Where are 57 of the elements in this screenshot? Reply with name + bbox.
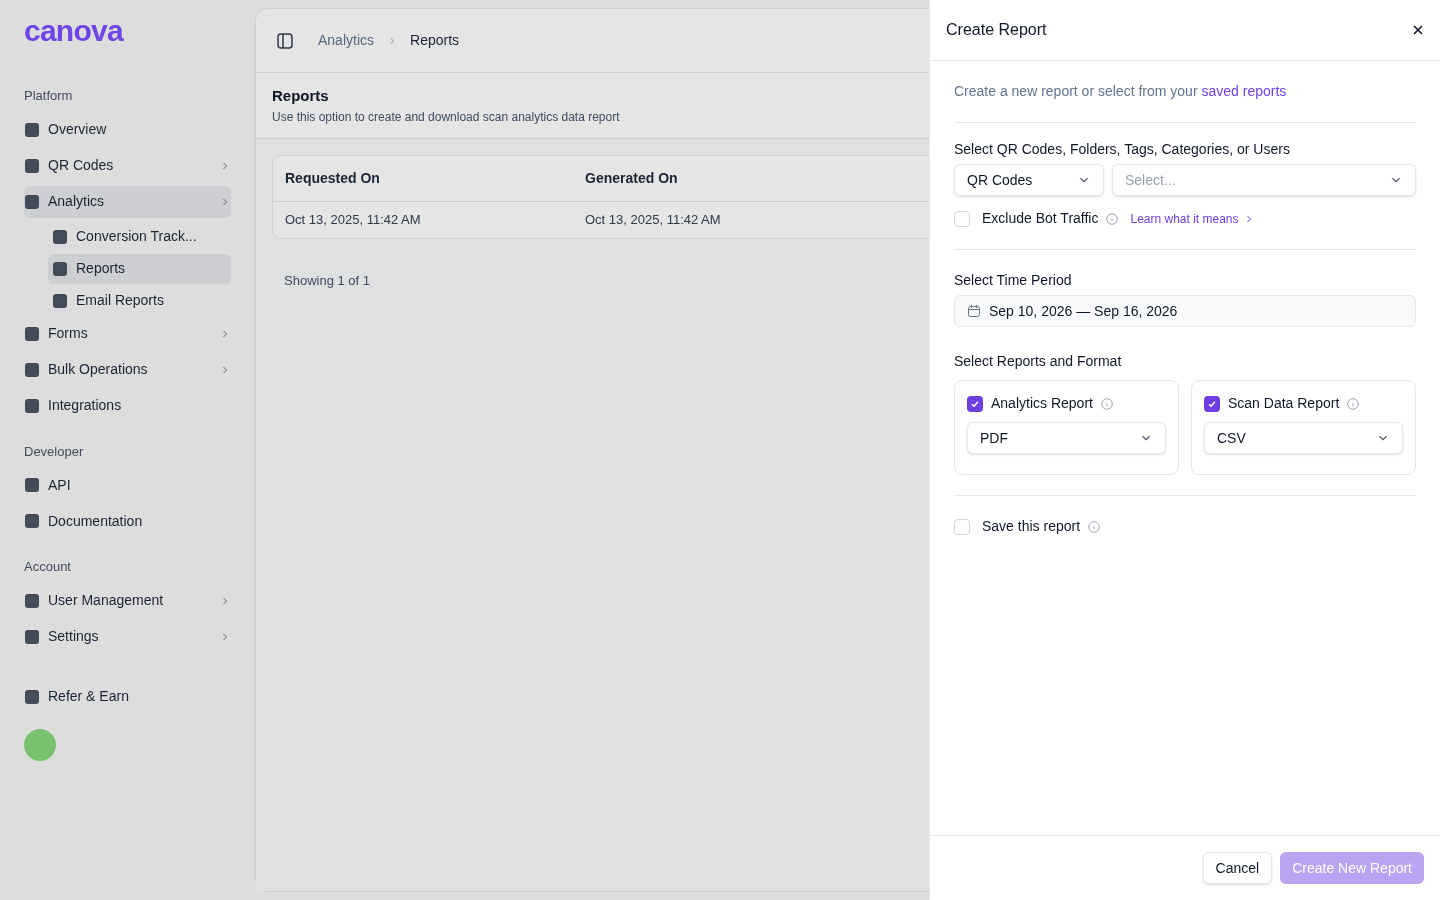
column-header: Generated On <box>585 168 679 188</box>
sidebar-item[interactable]: Documentation <box>24 505 231 537</box>
sidebar-item[interactable]: Integrations <box>24 389 231 422</box>
breadcrumb-link[interactable]: Analytics <box>318 30 375 51</box>
section-title: Platform <box>24 87 74 105</box>
info-icon <box>1100 397 1113 410</box>
checkbox-label: Save this report <box>982 517 1081 536</box>
format-dropdown[interactable]: CSV <box>1204 422 1403 454</box>
section-title: Account <box>24 558 72 576</box>
sidebar-item[interactable]: Refer & Earn <box>24 686 129 707</box>
table-cell-text: Oct 13, 2025, 11:42 AM <box>585 210 722 229</box>
page-title: Reports <box>272 86 329 106</box>
info-icon <box>1088 520 1101 533</box>
checkmark-icon <box>970 398 980 409</box>
sidebar-item[interactable]: Bulk Operations <box>24 353 231 386</box>
learn-more-link[interactable]: Learn what it means <box>1130 209 1255 228</box>
sidebar-item[interactable]: API <box>24 469 231 501</box>
field-label: Select Time Period <box>954 271 1073 290</box>
checkbox-label: Scan Data Report <box>1228 394 1340 413</box>
panel-title: Create Report <box>946 20 1047 40</box>
sidebar-item[interactable]: Settings <box>24 620 231 653</box>
type-dropdown[interactable]: QR Codes <box>954 164 1104 196</box>
info-icon <box>1347 397 1360 410</box>
page-subtitle: Use this option to create and download scan analytics data report <box>272 108 620 126</box>
sidebar-item[interactable]: Analytics <box>24 185 231 218</box>
sidebar-item[interactable]: Overview <box>24 113 231 146</box>
section-title: Developer <box>24 442 85 461</box>
checkmark-icon <box>1207 398 1217 409</box>
breadcrumb-current: Reports <box>410 31 460 50</box>
cancel-button[interactable]: Cancel <box>1202 852 1273 884</box>
checkbox[interactable] <box>954 210 970 227</box>
intro-text: Create a new report or select from your <box>954 82 1198 101</box>
field-label: Select QR Codes, Folders, Tags, Categories, or Users <box>954 140 1291 159</box>
table-cell-text: Oct 13, 2025, 11:42 AM <box>285 210 422 229</box>
calendar-icon <box>967 304 981 318</box>
checkbox[interactable] <box>954 518 970 535</box>
sidebar-item[interactable]: QR Codes <box>24 149 231 182</box>
column-header: Requested On <box>285 168 381 188</box>
sidebar-toggle-icon[interactable] <box>276 31 294 50</box>
pagination-text: Showing 1 of 1 <box>284 271 370 290</box>
date-range-field[interactable]: Sep 10, 2026 — Sep 16, 2026 <box>954 295 1416 327</box>
info-icon <box>1106 212 1119 225</box>
logo: canova <box>24 16 125 46</box>
sidebar-item[interactable]: Forms <box>24 317 231 350</box>
avatar <box>24 728 56 761</box>
field-label: Select Reports and Format <box>954 352 1123 371</box>
checkbox[interactable] <box>967 395 983 412</box>
checkbox-label: Exclude Bot Traffic <box>982 209 1099 228</box>
checkbox[interactable] <box>1204 395 1220 412</box>
format-dropdown[interactable]: PDF <box>967 422 1166 454</box>
checkbox-label: Analytics Report <box>991 394 1093 413</box>
close-icon[interactable] <box>1412 24 1424 36</box>
sidebar-item[interactable]: User Management <box>24 584 231 617</box>
sidebar-subitem[interactable]: Email Reports <box>48 285 231 316</box>
sidebar-subitem[interactable]: Conversion Track... <box>48 221 231 252</box>
sidebar-subitem[interactable]: Reports <box>48 253 231 284</box>
saved-reports-link[interactable]: saved reports <box>1201 81 1287 102</box>
